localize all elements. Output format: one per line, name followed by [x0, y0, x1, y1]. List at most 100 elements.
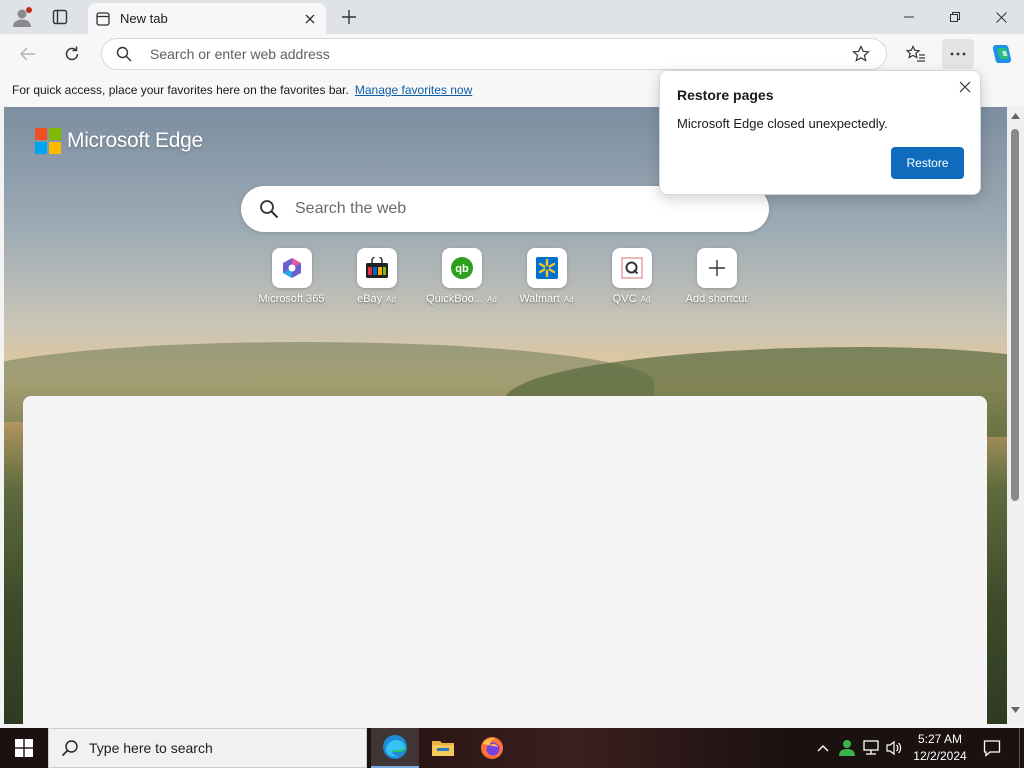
shortcut-label: Add shortcut — [685, 293, 748, 305]
shortcut-label: Walmart — [519, 293, 560, 305]
ad-badge: Ad — [640, 294, 651, 304]
taskbar-search-box[interactable]: Type here to search — [48, 728, 367, 768]
restore-window-icon — [950, 12, 960, 22]
network-tray-button[interactable] — [861, 738, 881, 758]
taskbar-app-edge[interactable] — [371, 728, 419, 768]
windows-logo-icon — [15, 739, 33, 757]
vertical-scrollbar[interactable] — [1007, 107, 1024, 724]
dialog-close-button[interactable] — [955, 77, 975, 97]
quickbooks-icon: qb — [441, 248, 482, 288]
title-bar: New tab — [0, 0, 1024, 34]
show-desktop-button[interactable] — [1019, 728, 1024, 768]
dialog-title: Restore pages — [677, 87, 774, 103]
tab-label: New tab — [120, 11, 168, 26]
profile-button[interactable] — [10, 5, 34, 29]
network-icon — [863, 740, 879, 755]
restore-window-button[interactable] — [932, 0, 978, 34]
shortcut-label: QVC — [612, 293, 637, 305]
close-window-button[interactable] — [978, 0, 1024, 34]
plus-icon — [696, 248, 737, 288]
people-tray-button[interactable] — [837, 738, 857, 758]
address-bar[interactable] — [101, 38, 887, 70]
search-icon — [116, 46, 136, 62]
new-tab-page-icon — [96, 11, 110, 26]
dialog-message: Microsoft Edge closed unexpectedly. — [677, 116, 888, 131]
taskbar-app-firefox[interactable] — [468, 728, 516, 768]
tab-new-tab[interactable]: New tab — [88, 3, 326, 34]
ad-badge: Ad — [386, 294, 396, 304]
qvc-icon — [611, 248, 652, 288]
shortcut-walmart[interactable]: Walmart Ad — [504, 248, 589, 305]
shortcut-quickbooks[interactable]: qb QuickBoo... Ad — [419, 248, 504, 305]
scroll-up-arrow-icon[interactable] — [1011, 113, 1020, 119]
copilot-icon — [992, 45, 1012, 63]
favorites-list-icon — [906, 45, 925, 62]
volume-tray-button[interactable] — [884, 738, 904, 758]
walmart-icon — [526, 248, 567, 288]
edge-icon — [383, 735, 407, 759]
manage-favorites-link[interactable]: Manage favorites now — [355, 83, 472, 97]
clock-date: 12/2/2024 — [913, 749, 967, 763]
scroll-down-arrow-icon[interactable] — [1011, 707, 1020, 713]
taskbar: Type here to search 5:27 AM 12/2/2024 — [0, 728, 1024, 768]
microsoft-edge-logo: Microsoft Edge — [35, 128, 203, 154]
shortcut-label: QuickBoo... — [426, 293, 484, 305]
restore-button[interactable]: Restore — [891, 147, 964, 179]
favorites-button[interactable] — [900, 39, 932, 69]
add-favorite-button[interactable] — [846, 39, 876, 69]
taskbar-clock[interactable]: 5:27 AM 12/2/2024 — [908, 731, 972, 765]
folder-icon — [432, 741, 454, 756]
star-icon — [852, 45, 870, 62]
back-button[interactable] — [14, 40, 42, 68]
taskbar-app-file-explorer[interactable] — [419, 728, 467, 768]
taskbar-search-placeholder: Type here to search — [89, 740, 213, 756]
start-button[interactable] — [0, 728, 48, 768]
navigation-toolbar — [0, 34, 1024, 74]
add-shortcut-button[interactable]: Add shortcut — [674, 248, 759, 305]
shortcut-ebay[interactable]: eBay Ad — [334, 248, 419, 305]
logo-text: Microsoft Edge — [67, 129, 203, 152]
ad-badge: Ad — [487, 294, 497, 304]
web-search-input[interactable] — [295, 200, 769, 218]
copilot-button[interactable] — [986, 39, 1018, 69]
favorites-bar-message: For quick access, place your favorites h… — [12, 83, 349, 97]
show-hidden-icons-button[interactable] — [813, 738, 833, 758]
user-icon — [839, 740, 855, 756]
firefox-icon — [481, 737, 503, 759]
clock-time: 5:27 AM — [917, 732, 963, 746]
new-tab-button[interactable] — [337, 5, 361, 29]
svg-text:qb: qb — [455, 263, 469, 275]
close-icon — [959, 81, 971, 93]
scrollbar-thumb[interactable] — [1011, 129, 1019, 501]
chevron-up-icon — [817, 745, 829, 752]
search-icon — [259, 199, 279, 219]
ebay-icon — [356, 248, 397, 288]
shortcut-label: Microsoft 365 — [258, 293, 325, 305]
notification-icon — [983, 740, 1001, 757]
minimize-icon — [904, 16, 914, 18]
minimize-button[interactable] — [886, 0, 932, 34]
search-icon — [61, 740, 78, 757]
profile-icon — [13, 7, 32, 27]
restore-pages-dialog: Restore pages Microsoft Edge closed unex… — [659, 70, 981, 195]
address-input[interactable] — [150, 46, 846, 62]
microsoft-logo-icon — [35, 128, 61, 154]
more-icon — [950, 52, 966, 56]
content-feed-panel — [23, 396, 987, 724]
speaker-icon — [886, 740, 902, 756]
microsoft365-icon — [271, 248, 312, 288]
tab-close-button[interactable] — [300, 9, 320, 29]
shortcut-label: eBay — [357, 293, 383, 305]
settings-and-more-button[interactable] — [942, 39, 974, 69]
plus-icon — [342, 10, 356, 24]
shortcut-qvc[interactable]: QVC Ad — [589, 248, 674, 305]
arrow-left-icon — [20, 47, 35, 61]
refresh-button[interactable] — [58, 40, 86, 68]
close-icon — [305, 14, 315, 23]
ad-badge: Ad — [563, 294, 574, 304]
notifications-button[interactable] — [980, 736, 1004, 760]
shortcut-microsoft-365[interactable]: Microsoft 365 — [249, 248, 334, 305]
close-icon — [995, 11, 1007, 23]
tab-actions-button[interactable] — [48, 5, 72, 29]
tab-actions-icon — [52, 9, 68, 25]
